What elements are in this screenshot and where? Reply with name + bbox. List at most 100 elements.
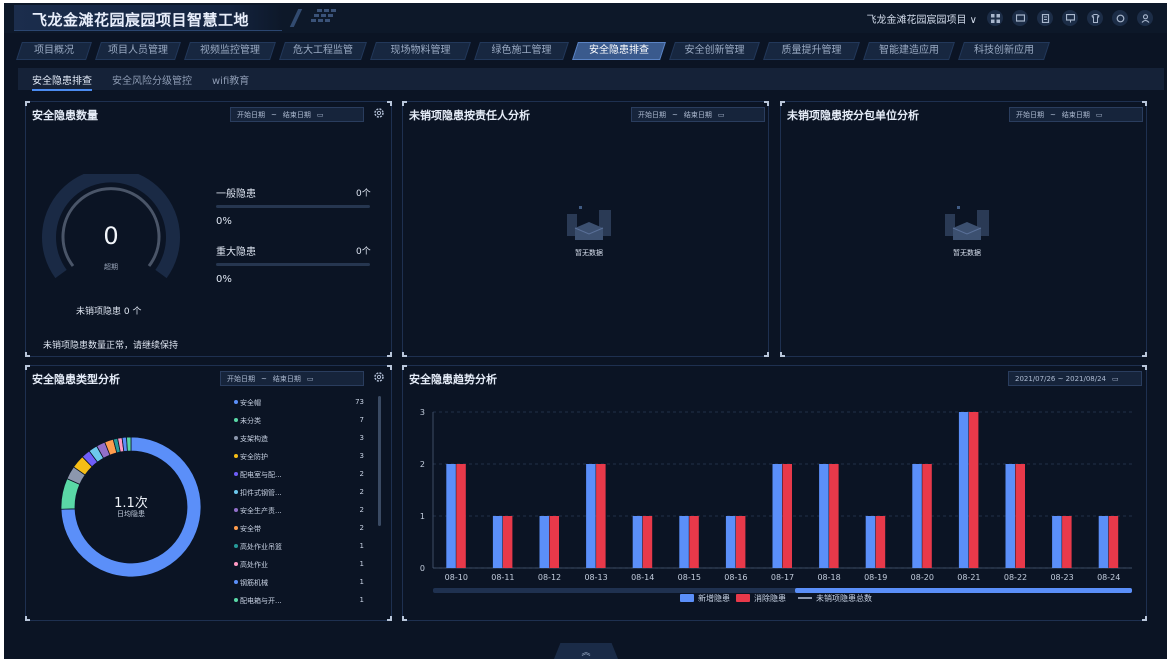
calendar-icon: ▭ bbox=[306, 374, 314, 383]
calendar-icon: ▭ bbox=[1095, 110, 1103, 119]
x-tick-label: 08-24 bbox=[1097, 573, 1120, 582]
panel-title: 未销项隐患按分包单位分析 bbox=[787, 109, 919, 122]
responsible-analysis-panel: 未销项隐患按责任人分析 开始日期 ~ 结束日期 ▭ 暂无数据 bbox=[402, 101, 769, 357]
general-hazard-count: 0个 bbox=[356, 189, 371, 199]
nav-tab[interactable]: 视频监控管理 bbox=[184, 42, 276, 60]
legend-item[interactable]: 配电箱与开... 1 bbox=[234, 594, 364, 608]
legend-item-name: 钢筋机械 bbox=[240, 579, 268, 587]
bar bbox=[1052, 516, 1062, 568]
nav-tab[interactable]: 智能建造应用 bbox=[863, 42, 955, 60]
subtab-hazard-check[interactable]: 安全隐患排查 bbox=[32, 72, 92, 91]
nav-tab[interactable]: 项目概况 bbox=[16, 42, 92, 60]
date-range-picker[interactable]: 开始日期 ~ 结束日期 ▭ bbox=[1009, 107, 1143, 122]
nav-tab[interactable]: 安全隐患排查 bbox=[572, 42, 666, 60]
legend-item-name: 未分类 bbox=[240, 417, 261, 425]
document-icon[interactable] bbox=[1037, 10, 1053, 26]
subtab-risk-control[interactable]: 安全风险分级管控 bbox=[112, 72, 192, 87]
monitor-icon[interactable] bbox=[1062, 10, 1078, 26]
bar bbox=[1005, 464, 1015, 568]
x-tick-label: 08-20 bbox=[911, 573, 934, 582]
gear-icon[interactable] bbox=[373, 107, 385, 119]
top-header: 飞龙金滩花园宸园项目智慧工地 飞龙金滩花园宸园项目 ∨ bbox=[4, 3, 1167, 33]
legend-item[interactable]: 新增隐患 bbox=[680, 592, 730, 604]
bar bbox=[865, 516, 876, 568]
apps-icon[interactable] bbox=[987, 10, 1003, 26]
legend-item[interactable]: 安全带 2 bbox=[234, 522, 364, 536]
y-tick-label: 2 bbox=[420, 460, 425, 469]
legend-item[interactable]: 安全防护 3 bbox=[234, 450, 364, 464]
legend-item[interactable]: 未销项隐患总数 bbox=[798, 592, 872, 604]
legend-item-name: 高处作业吊篮 bbox=[240, 543, 282, 551]
nav-tab[interactable]: 绿色施工管理 bbox=[474, 42, 569, 60]
legend-item-name: 配电室与配... bbox=[240, 471, 282, 479]
bar bbox=[968, 412, 979, 568]
x-tick-label: 08-10 bbox=[445, 573, 468, 582]
title-box: 飞龙金滩花园宸园项目智慧工地 bbox=[14, 5, 282, 31]
screen-icon[interactable] bbox=[1012, 10, 1028, 26]
legend-item[interactable]: 安全帽 73 bbox=[234, 396, 364, 410]
date-range-picker[interactable]: 开始日期 ~ 结束日期 ▭ bbox=[631, 107, 765, 122]
gear-icon[interactable] bbox=[373, 371, 385, 383]
hazard-type-panel: 安全隐患类型分析 开始日期 ~ 结束日期 ▭ 1.1次 日均隐患 安全帽 73 未分… bbox=[25, 365, 392, 621]
hazard-trend-chart: 0 1 2 3 08-10 08-11 08-12 08-13 08-14 08-15 08-16 0… bbox=[420, 408, 1132, 593]
gauge-value: 0 bbox=[103, 222, 119, 250]
legend-item[interactable]: 配电室与配... 2 bbox=[234, 468, 364, 482]
nav-tab-label: 现场物料管理 bbox=[390, 45, 451, 56]
x-tick-label: 08-21 bbox=[957, 573, 980, 582]
nav-tab-label: 科技创新应用 bbox=[974, 45, 1034, 56]
legend-dot-icon bbox=[234, 472, 238, 476]
shirt-icon[interactable] bbox=[1087, 10, 1103, 26]
sub-nav: 安全隐患排查 安全风险分级管控 wifi教育 bbox=[18, 68, 1164, 91]
nav-tab[interactable]: 质量提升管理 bbox=[763, 42, 860, 60]
project-select[interactable]: 飞龙金滩花园宸园项目 ∨ bbox=[866, 11, 977, 26]
legend-item[interactable]: 扣件式钢管... 2 bbox=[234, 486, 364, 500]
bar bbox=[829, 464, 839, 568]
nav-tab[interactable]: 科技创新应用 bbox=[958, 42, 1050, 60]
general-hazard-percent: 0% bbox=[216, 216, 232, 227]
nav-tab[interactable]: 现场物料管理 bbox=[370, 42, 471, 60]
date-separator: ~ bbox=[672, 110, 678, 119]
legend-scrollbar[interactable] bbox=[378, 396, 381, 526]
donut-center-label: 日均隐患 bbox=[117, 510, 145, 518]
x-tick-label: 08-16 bbox=[724, 573, 747, 582]
subtab-wifi-education[interactable]: wifi教育 bbox=[212, 72, 249, 87]
bar bbox=[735, 516, 746, 568]
legend-item-value: 7 bbox=[359, 416, 364, 424]
collapse-toggle[interactable]: ︽ bbox=[554, 643, 618, 659]
bar bbox=[539, 516, 549, 568]
donut-slice bbox=[126, 436, 132, 452]
legend-item[interactable]: 消除隐患 bbox=[736, 592, 786, 604]
user-icon[interactable] bbox=[1137, 10, 1153, 26]
y-tick-label: 3 bbox=[420, 408, 425, 417]
legend-dot-icon bbox=[234, 508, 238, 512]
legend-item[interactable]: 钢筋机械 1 bbox=[234, 576, 364, 590]
legend-item[interactable]: 高处作业 1 bbox=[234, 558, 364, 572]
general-hazard-label: 一般隐患 bbox=[216, 189, 256, 200]
legend-item[interactable]: 高处作业吊篮 1 bbox=[234, 540, 364, 554]
legend-item-value: 2 bbox=[359, 506, 364, 514]
major-hazard-progress bbox=[216, 263, 370, 266]
legend-item-value: 2 bbox=[359, 524, 364, 532]
date-separator: ~ bbox=[271, 110, 277, 119]
legend-dot-icon bbox=[234, 580, 238, 584]
legend-dot-icon bbox=[234, 490, 238, 494]
refresh-icon[interactable] bbox=[1112, 10, 1128, 26]
date-range-picker[interactable]: 开始日期 ~ 结束日期 ▭ bbox=[230, 107, 364, 122]
chevron-down-icon: ∨ bbox=[969, 15, 977, 26]
legend-item[interactable]: 安全生产责... 2 bbox=[234, 504, 364, 518]
legend-dot-icon bbox=[234, 454, 238, 458]
date-range-picker[interactable]: 开始日期 ~ 结束日期 ▭ bbox=[220, 371, 364, 386]
legend-item[interactable]: 支架构造 3 bbox=[234, 432, 364, 446]
legend-item-value: 2 bbox=[359, 488, 364, 496]
nav-tab[interactable]: 安全创新管理 bbox=[669, 42, 760, 60]
empty-box-icon bbox=[567, 206, 611, 240]
legend-label: 消除隐患 bbox=[754, 593, 786, 603]
nav-tab[interactable]: 危大工程监管 bbox=[279, 42, 367, 60]
legend-item-name: 安全带 bbox=[240, 525, 261, 533]
nav-tab[interactable]: 项目人员管理 bbox=[95, 42, 181, 60]
bar bbox=[689, 516, 699, 568]
bar bbox=[912, 464, 922, 568]
legend-item-name: 扣件式钢管... bbox=[240, 489, 282, 497]
legend-item[interactable]: 未分类 7 bbox=[234, 414, 364, 428]
app-window: 飞龙金滩花园宸园项目智慧工地 飞龙金滩花园宸园项目 ∨ 项目概况 项目人员管理 … bbox=[4, 3, 1167, 659]
